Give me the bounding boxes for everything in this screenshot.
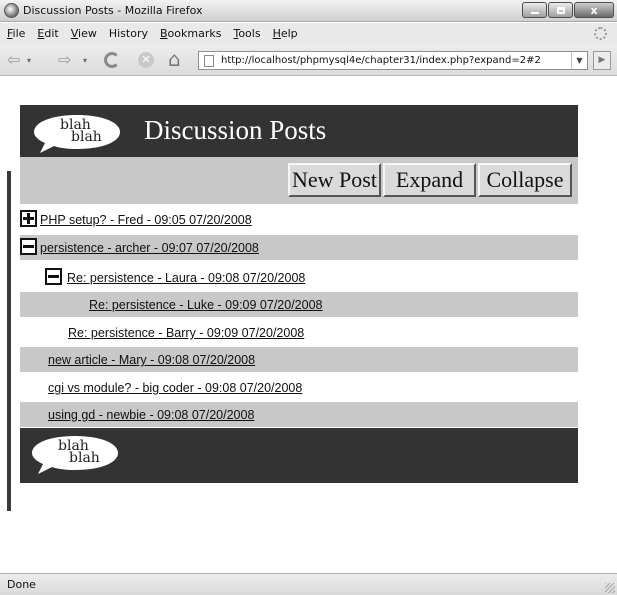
site-footer: blah blah [20,428,578,483]
post-row: cgi vs module? - big coder - 09:08 07/20… [20,375,578,400]
menu-help-accel: H [272,27,281,40]
post-row: PHP setup? - Fred - 09:05 07/20/2008 [20,207,578,232]
url-history-chevron-icon[interactable]: ▼ [571,52,587,69]
status-bar: Done [0,573,617,595]
post-link[interactable]: PHP setup? - Fred - 09:05 07/20/2008 [40,213,252,227]
menu-help-label: elp [280,27,298,40]
back-icon[interactable]: ⇦ [7,52,20,68]
site-logo: blah blah [30,112,125,153]
forward-history-chevron-icon[interactable]: ▾ [83,56,87,65]
left-edge [0,76,11,573]
home-icon[interactable]: ⌂ [168,49,181,69]
maximize-icon [556,6,565,14]
minimize-icon [530,12,539,14]
page-content: blah blah Discussion Posts New Post Expa… [11,76,617,573]
menu-history-label: History [108,27,148,40]
post-link[interactable]: using gd - newbie - 09:08 07/20/2008 [48,408,254,422]
menu-bookmarks-accel: B [160,27,168,40]
post-row: Re: persistence - Barry - 09:09 07/20/20… [20,320,578,345]
close-button[interactable]: x [574,2,614,18]
new-post-button[interactable]: New Post [288,163,381,197]
stop-icon[interactable]: ✕ [138,52,154,68]
resize-grip-icon[interactable] [605,583,615,593]
menu-file-label: ile [12,27,26,40]
expand-button[interactable]: Expand [383,163,476,197]
site-header: blah blah Discussion Posts [20,105,578,157]
navigation-toolbar: ⇦ ▾ ⇨ ▾ ✕ ⌂ http://localhost/phpmysql4e/… [0,44,617,76]
forward-icon[interactable]: ⇨ [58,52,71,68]
throbber-icon [594,27,607,40]
menu-bookmarks-label: ookmarks [167,27,222,40]
menu-tools[interactable]: Tools [227,27,266,40]
close-icon: x [590,3,598,17]
window-controls: x [521,2,614,18]
window-titlebar: Discussion Posts - Mozilla Firefox x [0,0,617,22]
menu-bookmarks[interactable]: Bookmarks [154,27,227,40]
minimize-button[interactable] [522,2,547,18]
reload-icon[interactable] [104,52,120,68]
go-icon[interactable]: ▶ [593,51,611,70]
menu-edit[interactable]: Edit [31,27,64,40]
footer-logo: blah blah [28,433,123,474]
collapse-toggle-minus-icon[interactable] [20,238,37,255]
menubar: File Edit View History Bookmarks Tools H… [0,23,617,44]
firefox-icon [4,3,19,18]
menu-tools-label: ools [238,27,261,40]
post-link[interactable]: cgi vs module? - big coder - 09:08 07/20… [48,381,302,395]
menu-view-accel: V [70,27,79,40]
post-link[interactable]: Re: persistence - Laura - 09:08 07/20/20… [67,271,305,285]
url-bar[interactable]: http://localhost/phpmysql4e/chapter31/in… [198,51,588,70]
back-history-chevron-icon[interactable]: ▾ [27,56,31,65]
page-icon [204,55,214,67]
post-row: Re: persistence - Laura - 09:08 07/20/20… [20,265,578,290]
expand-toggle-plus-icon[interactable] [20,210,37,227]
menu-view[interactable]: View [65,27,103,40]
menu-file[interactable]: File [1,27,31,40]
status-text: Done [7,578,36,591]
menu-view-label: iew [78,27,97,40]
logo-text-line2: blah [69,450,100,466]
menu-history[interactable]: History [103,27,154,40]
page-title: Discussion Posts [144,115,327,145]
post-row: new article - Mary - 09:08 07/20/2008 [20,347,578,372]
window-title: Discussion Posts - Mozilla Firefox [23,4,203,17]
menu-help[interactable]: Help [267,27,304,40]
post-row: Re: persistence - Luke - 09:09 07/20/200… [20,292,578,317]
url-input[interactable]: http://localhost/phpmysql4e/chapter31/in… [221,55,541,66]
post-link[interactable]: Re: persistence - Luke - 09:09 07/20/200… [89,298,322,312]
maximize-button[interactable] [548,2,573,18]
post-link[interactable]: persistence - archer - 09:07 07/20/2008 [40,241,259,255]
collapse-toggle-minus-icon[interactable] [45,268,62,285]
post-link[interactable]: new article - Mary - 09:08 07/20/2008 [48,353,255,367]
post-row: persistence - archer - 09:07 07/20/2008 [20,235,578,260]
logo-text-line2: blah [71,129,102,145]
post-link[interactable]: Re: persistence - Barry - 09:09 07/20/20… [68,326,304,340]
post-toolbar: New Post Expand Collapse [20,157,578,204]
menu-edit-label: dit [44,27,59,40]
collapse-button[interactable]: Collapse [478,163,572,197]
post-row: using gd - newbie - 09:08 07/20/2008 [20,402,578,427]
